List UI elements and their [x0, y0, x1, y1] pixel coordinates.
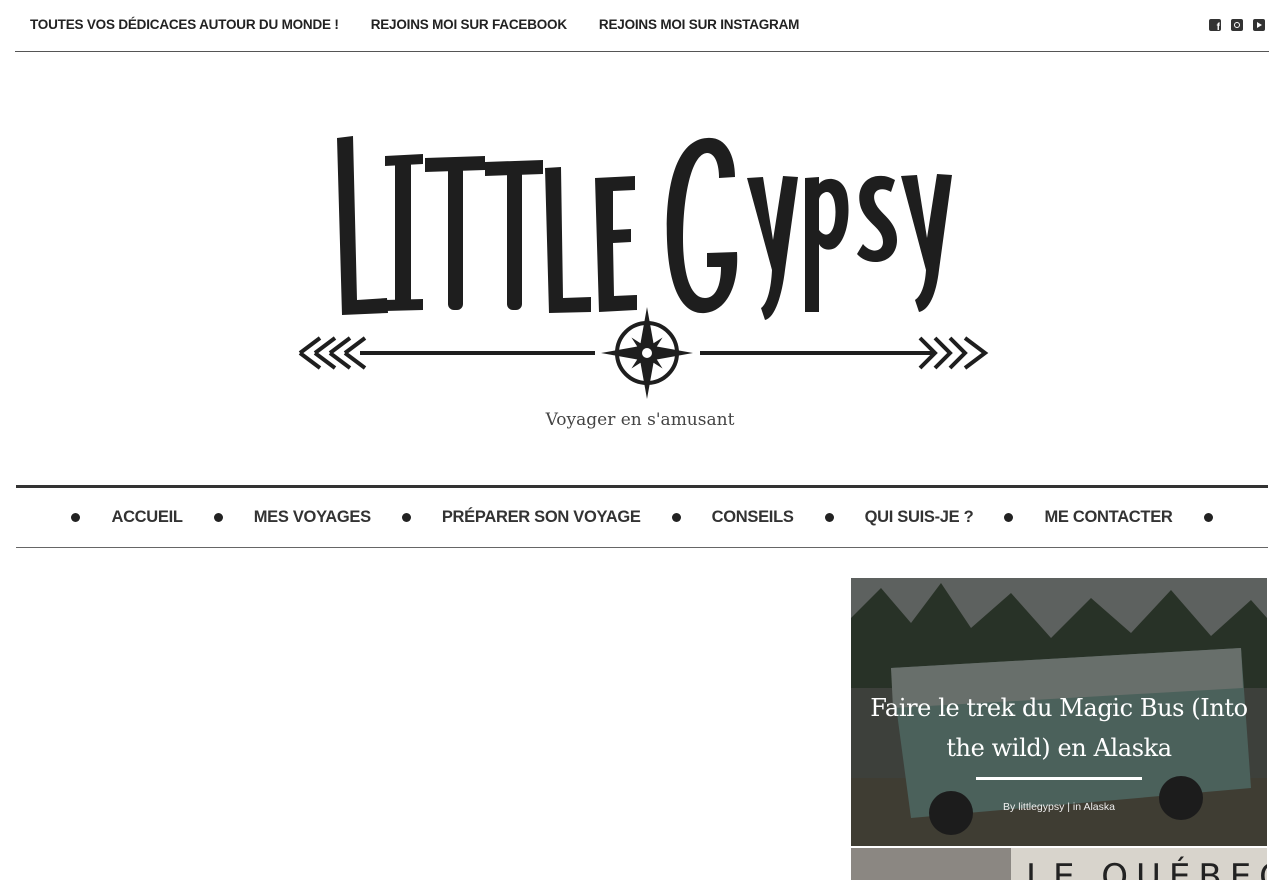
- top-link-facebook[interactable]: REJOINS MOI SUR FACEBOOK: [371, 17, 567, 32]
- site-logo[interactable]: [295, 120, 1000, 410]
- nav-item-mes-voyages[interactable]: MES VOYAGES: [254, 508, 371, 527]
- nav-bullet: [71, 513, 81, 522]
- nav-item-accueil[interactable]: ACCUEIL: [111, 508, 183, 527]
- facebook-icon[interactable]: [1209, 19, 1221, 33]
- nav-bullet: [401, 513, 411, 522]
- title-underline: [976, 777, 1142, 780]
- top-link-dedicaces[interactable]: TOUTES VOS DÉDICACES AUTOUR DU MONDE !: [30, 17, 339, 32]
- top-links: TOUTES VOS DÉDICACES AUTOUR DU MONDE ! R…: [30, 17, 799, 32]
- featured-post-card[interactable]: Faire le trek du Magic Bus (Into the wil…: [851, 578, 1267, 846]
- author-link[interactable]: littlegypsy: [1018, 801, 1064, 813]
- featured-post-meta: By littlegypsy | in Alaska: [851, 801, 1267, 813]
- nav-item-contact[interactable]: ME CONTACTER: [1044, 508, 1172, 527]
- social-icons: [1209, 19, 1265, 33]
- top-link-instagram[interactable]: REJOINS MOI SUR INSTAGRAM: [599, 17, 799, 32]
- nav-bullet: [824, 513, 834, 522]
- youtube-icon[interactable]: [1253, 19, 1265, 31]
- instagram-icon[interactable]: [1231, 19, 1243, 31]
- meta-in-label: | in: [1067, 801, 1082, 813]
- nav-item-conseils[interactable]: CONSEILS: [712, 508, 794, 527]
- nav-bullet: [671, 513, 681, 522]
- next-post-image: LE QUÉBEC: [851, 848, 1267, 880]
- nav-bullet: [1004, 513, 1014, 522]
- site-tagline: Voyager en s'amusant: [545, 410, 735, 430]
- nav-bullet: [1203, 513, 1213, 522]
- nav-item-qui-suis-je[interactable]: QUI SUIS-JE ?: [865, 508, 974, 527]
- nav-bullet: [213, 513, 223, 522]
- next-post-image-text: LE QUÉBEC: [1026, 856, 1267, 880]
- next-post-card[interactable]: LE QUÉBEC: [851, 848, 1267, 880]
- main-nav: ACCUEIL MES VOYAGES PRÉPARER SON VOYAGE …: [16, 485, 1268, 548]
- nav-item-preparer[interactable]: PRÉPARER SON VOYAGE: [442, 508, 641, 527]
- meta-by-label: By: [1003, 801, 1016, 813]
- featured-post-title[interactable]: Faire le trek du Magic Bus (Into the wil…: [851, 688, 1267, 768]
- category-link[interactable]: Alaska: [1083, 801, 1115, 813]
- top-bar: TOUTES VOS DÉDICACES AUTOUR DU MONDE ! R…: [15, 0, 1269, 52]
